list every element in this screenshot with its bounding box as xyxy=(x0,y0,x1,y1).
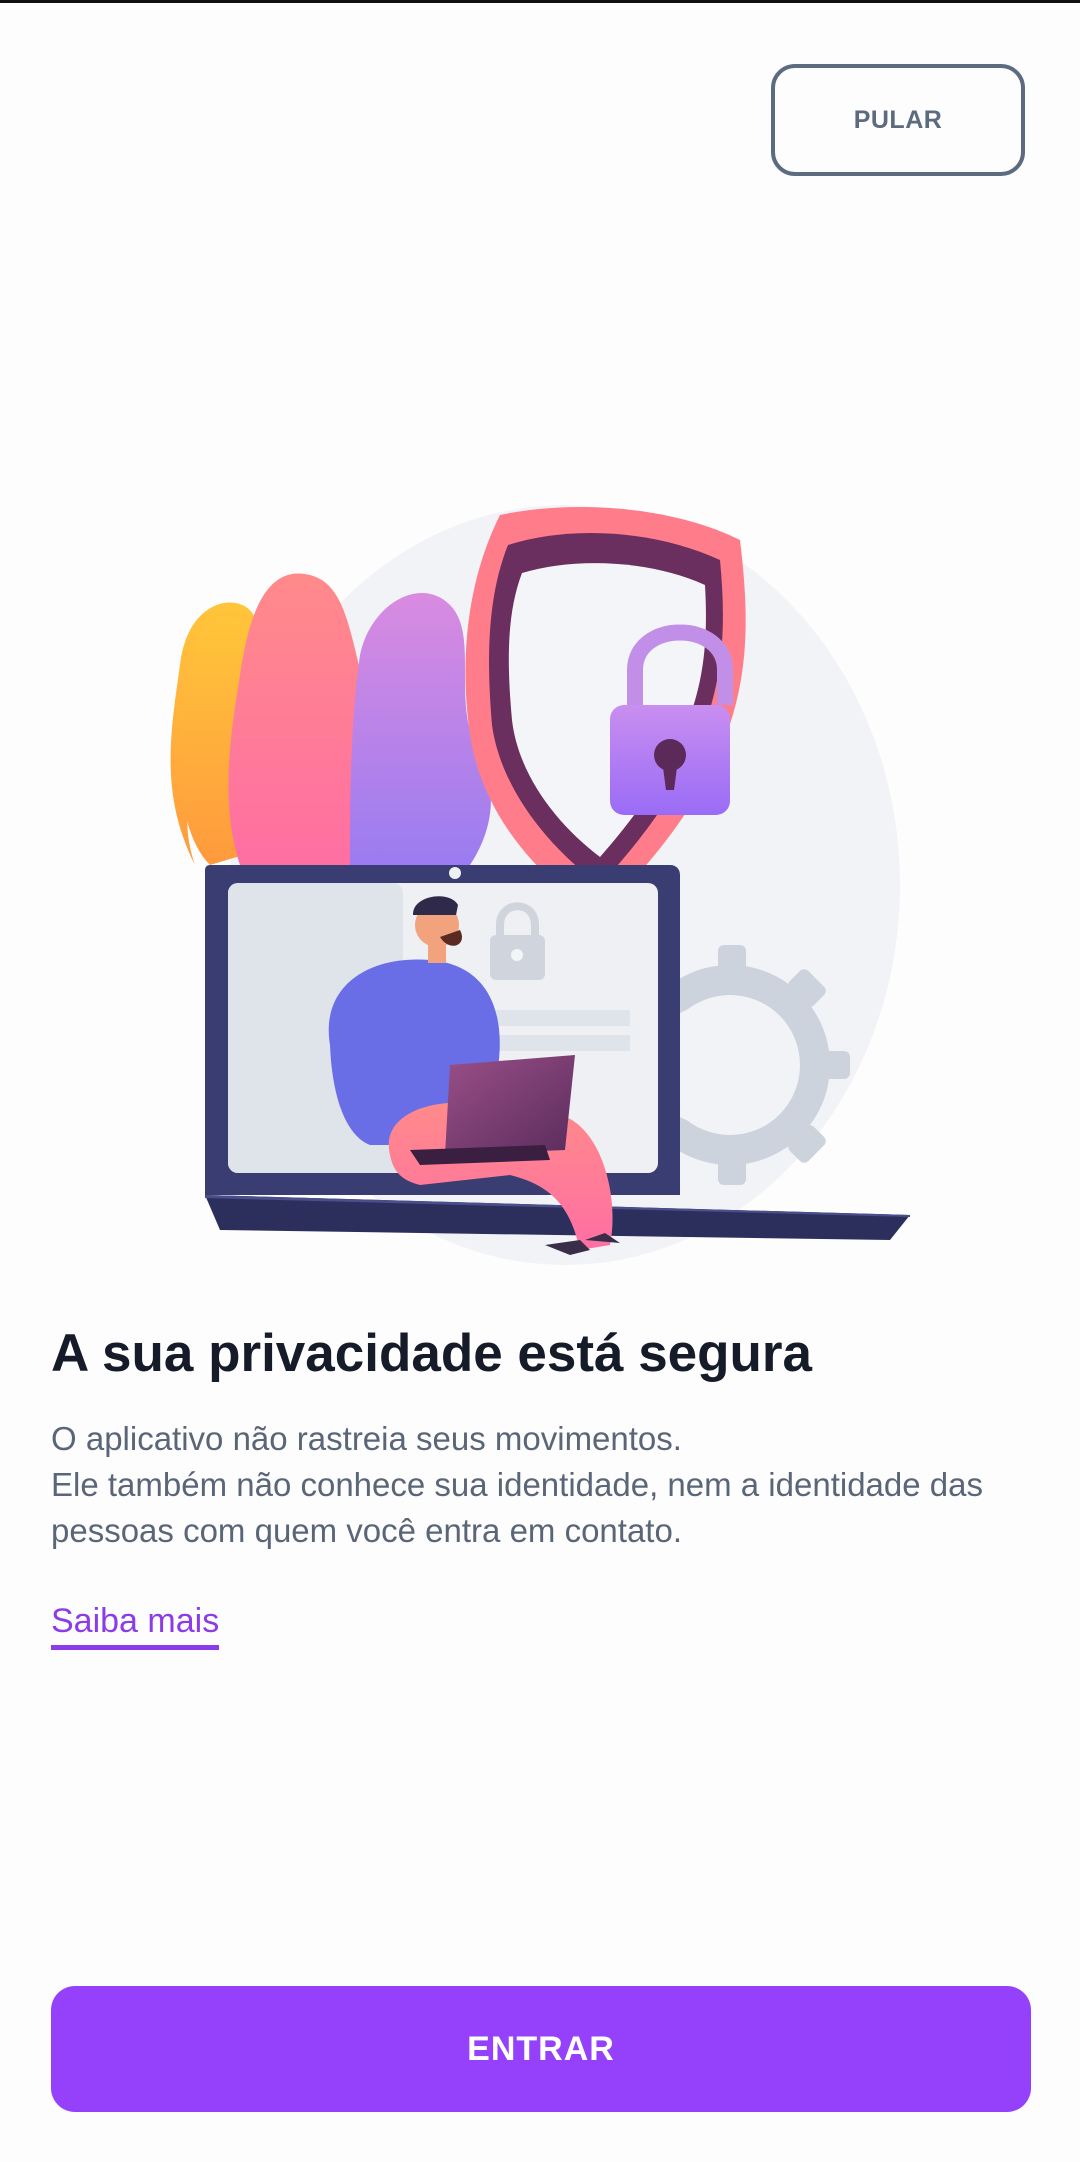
description-line-1: O aplicativo não rastreia seus movimento… xyxy=(51,1420,682,1457)
privacy-illustration xyxy=(170,505,910,1265)
learn-more-link[interactable]: Saiba mais xyxy=(51,1602,220,1650)
enter-button[interactable]: ENTRAR xyxy=(51,1986,1031,2112)
status-bar-divider xyxy=(0,0,1080,3)
page-title: A sua privacidade está segura xyxy=(51,1324,812,1383)
description: O aplicativo não rastreia seus movimento… xyxy=(51,1416,1041,1554)
description-line-2: Ele também não conhece sua identidade, n… xyxy=(51,1466,983,1549)
skip-button[interactable]: PULAR xyxy=(771,64,1025,176)
